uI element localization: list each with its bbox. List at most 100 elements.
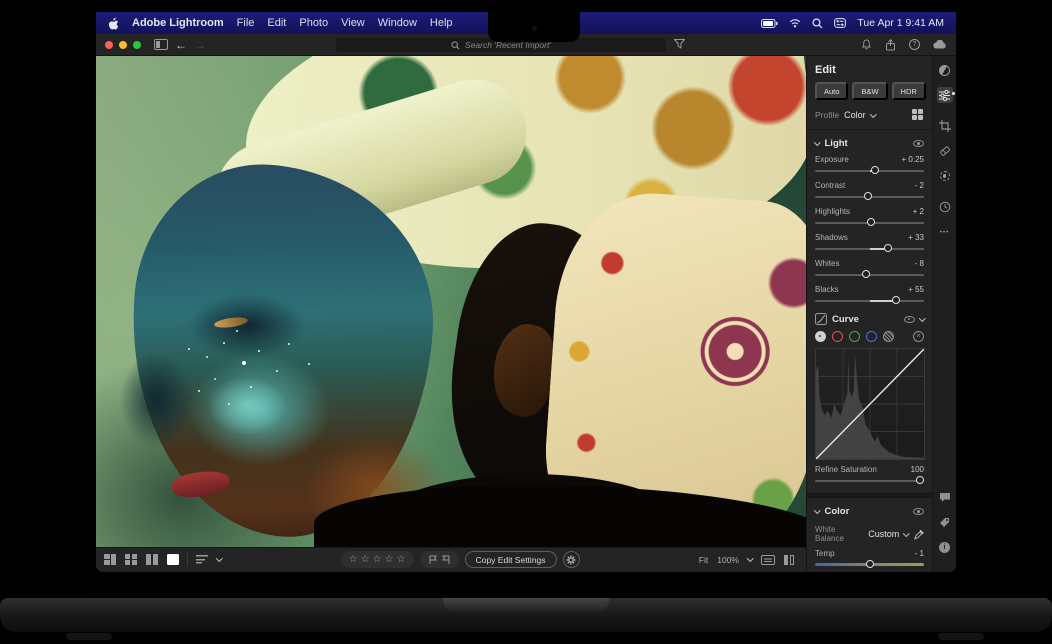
- channel-red-icon[interactable]: [832, 331, 843, 342]
- menubar-app-name[interactable]: Adobe Lightroom: [132, 17, 224, 29]
- hdr-button[interactable]: HDR: [892, 82, 926, 100]
- settings-gear-button[interactable]: [563, 551, 580, 568]
- profile-chevron-icon[interactable]: [870, 111, 876, 117]
- copy-edit-settings-button[interactable]: Copy Edit Settings: [465, 551, 557, 568]
- channel-point-curve-icon[interactable]: [883, 331, 894, 342]
- white-balance-chevron-icon[interactable]: [903, 530, 909, 536]
- star-icon[interactable]: ☆: [373, 555, 382, 565]
- curve-visibility-eye-icon[interactable]: [904, 316, 915, 323]
- more-tools[interactable]: •••: [937, 224, 953, 240]
- zoom-chevron-icon[interactable]: [747, 555, 753, 561]
- control-center-icon[interactable]: [834, 18, 846, 28]
- slider-track[interactable]: [815, 192, 924, 201]
- color-visibility-eye-icon[interactable]: [913, 508, 924, 515]
- comments-tool[interactable]: [937, 489, 953, 505]
- menu-window[interactable]: Window: [378, 17, 417, 29]
- tool-strip-bottom: i: [937, 489, 953, 564]
- photo-grid-view-icon[interactable]: [104, 554, 117, 565]
- curve-reset-icon[interactable]: ×: [913, 331, 924, 342]
- info-tool[interactable]: i: [937, 539, 953, 555]
- light-section-header[interactable]: Light: [815, 138, 924, 149]
- white-balance-value[interactable]: Custom: [868, 529, 899, 539]
- slider-knob[interactable]: [864, 192, 872, 200]
- star-icon[interactable]: ☆: [397, 555, 406, 565]
- curve-chevron-icon[interactable]: [919, 315, 925, 321]
- sidebar-toggle-icon[interactable]: [154, 39, 168, 50]
- detail-view-icon[interactable]: [167, 554, 179, 565]
- keywords-tool[interactable]: [937, 514, 953, 530]
- auto-button[interactable]: Auto: [815, 82, 848, 100]
- profile-value[interactable]: Color: [844, 110, 866, 120]
- zoom-fit-label[interactable]: Fit: [699, 555, 708, 565]
- photo-canvas[interactable]: [96, 56, 806, 547]
- star-icon[interactable]: ☆: [349, 555, 358, 565]
- slider-knob[interactable]: [884, 244, 892, 252]
- star-rating[interactable]: ☆ ☆ ☆ ☆ ☆: [341, 551, 414, 568]
- share-icon[interactable]: [885, 39, 896, 51]
- slider-knob[interactable]: [867, 218, 875, 226]
- forward-arrow-icon[interactable]: →: [194, 39, 206, 51]
- apple-menu-icon[interactable]: [108, 17, 119, 30]
- masking-icon: [940, 171, 950, 181]
- close-button[interactable]: [105, 41, 113, 49]
- slider-knob[interactable]: [892, 296, 900, 304]
- battery-icon[interactable]: [761, 19, 778, 28]
- sort-icon[interactable]: [196, 554, 209, 565]
- reject-flag-icon[interactable]: [441, 555, 451, 565]
- wifi-icon[interactable]: [789, 18, 801, 28]
- slider-track[interactable]: [815, 560, 924, 569]
- crop-tool[interactable]: [937, 118, 953, 134]
- pick-flag-icon[interactable]: [428, 555, 438, 565]
- menubar-clock[interactable]: Tue Apr 1 9:41 AM: [857, 17, 944, 29]
- bw-button[interactable]: B&W: [852, 82, 887, 100]
- sort-chevron-icon[interactable]: [216, 555, 222, 561]
- spotlight-search-icon[interactable]: [812, 18, 823, 29]
- eyedropper-icon[interactable]: [914, 529, 924, 540]
- back-arrow-icon[interactable]: ←: [175, 39, 187, 51]
- slider-track[interactable]: [815, 476, 924, 485]
- profile-label: Profile: [815, 110, 839, 120]
- channel-luminosity-icon[interactable]: [815, 331, 826, 342]
- slider-knob[interactable]: [916, 476, 924, 484]
- slider-track[interactable]: [815, 244, 924, 253]
- menu-help[interactable]: Help: [430, 17, 453, 29]
- compare-view-icon[interactable]: [146, 554, 159, 565]
- menu-photo[interactable]: Photo: [299, 17, 328, 29]
- filmstrip-toggle-icon[interactable]: [761, 555, 775, 565]
- zoom-button[interactable]: [133, 41, 141, 49]
- desktop: Adobe Lightroom File Edit Photo View Win…: [96, 12, 956, 598]
- slider-knob[interactable]: [871, 166, 879, 174]
- help-icon[interactable]: ?: [909, 39, 920, 50]
- light-visibility-eye-icon[interactable]: [913, 140, 924, 147]
- minimize-button[interactable]: [119, 41, 127, 49]
- notifications-bell-icon[interactable]: [861, 39, 872, 51]
- menu-file[interactable]: File: [237, 17, 255, 29]
- edit-sliders-tool[interactable]: [937, 87, 953, 103]
- zoom-level[interactable]: 100%: [717, 555, 739, 565]
- slider-knob[interactable]: [862, 270, 870, 278]
- star-icon[interactable]: ☆: [385, 555, 394, 565]
- channel-blue-icon[interactable]: [866, 331, 877, 342]
- masking-tool[interactable]: [937, 168, 953, 184]
- profile-browser-icon[interactable]: [912, 109, 924, 121]
- slider-track[interactable]: [815, 218, 924, 227]
- tone-curve-editor[interactable]: [815, 348, 925, 460]
- square-grid-view-icon[interactable]: [125, 554, 138, 565]
- tone-profile-tool[interactable]: [937, 62, 953, 78]
- before-after-icon[interactable]: [784, 555, 794, 565]
- slider-knob[interactable]: [866, 560, 874, 568]
- slider-track[interactable]: [815, 270, 924, 279]
- menu-edit[interactable]: Edit: [267, 17, 286, 29]
- versions-tool[interactable]: [937, 199, 953, 215]
- slider-track[interactable]: [815, 296, 924, 305]
- menu-view[interactable]: View: [341, 17, 365, 29]
- color-section-header[interactable]: Color: [815, 506, 924, 517]
- cloud-sync-icon[interactable]: [933, 40, 947, 49]
- channel-green-icon[interactable]: [849, 331, 860, 342]
- slider-track[interactable]: [815, 166, 924, 175]
- curve-section-header[interactable]: Curve: [815, 313, 924, 325]
- filter-icon[interactable]: [674, 39, 685, 49]
- comment-bubble-icon: [939, 492, 951, 503]
- healing-tool[interactable]: [937, 143, 953, 159]
- star-icon[interactable]: ☆: [361, 555, 370, 565]
